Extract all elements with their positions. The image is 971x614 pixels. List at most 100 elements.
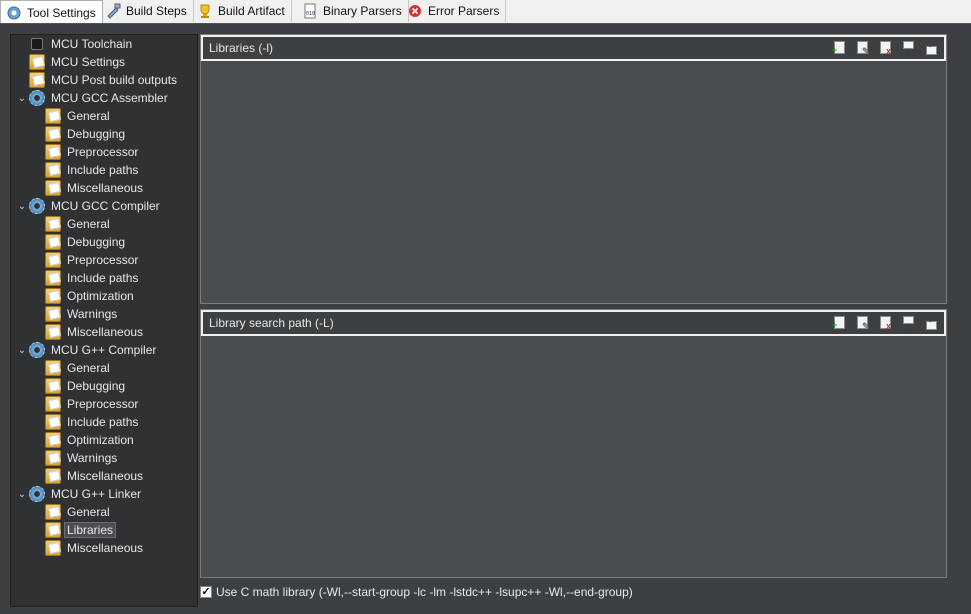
gear-icon	[29, 486, 45, 502]
tree-item[interactable]: Optimization	[31, 431, 136, 449]
tree-group[interactable]: ⌄ MCU GCC Compiler	[15, 197, 162, 215]
settings-tree[interactable]: MCU Toolchain MCU Settings MCU Post build …	[10, 34, 198, 607]
folder-icon	[45, 450, 61, 466]
tree-item-label: Include paths	[67, 415, 139, 429]
tree-item[interactable]: MCU Settings	[15, 53, 127, 71]
folder-icon	[45, 540, 61, 556]
tree-item-label: Warnings	[67, 451, 118, 465]
tree-item[interactable]: Preprocessor	[31, 395, 140, 413]
tree-item[interactable]: MCU Toolchain	[15, 35, 134, 53]
tree-item-label: MCU G++ Linker	[51, 487, 142, 501]
tree-item[interactable]: Debugging	[31, 233, 127, 251]
folder-icon	[45, 144, 61, 160]
tree-item[interactable]: Include paths	[31, 269, 140, 287]
chevron-down-icon[interactable]: ⌄	[15, 341, 29, 359]
tree-item[interactable]: Warnings	[31, 305, 119, 323]
tab-error-parsers[interactable]: Error Parsers	[402, 0, 507, 22]
chevron-down-icon[interactable]: ⌄	[15, 197, 29, 215]
tree-item-label: General	[67, 217, 110, 231]
delete-icon[interactable]: x	[878, 40, 894, 56]
tree-item-label: Include paths	[67, 163, 139, 177]
edit-icon[interactable]: ✎	[855, 40, 871, 56]
tree-item[interactable]: Miscellaneous	[31, 467, 145, 485]
tree-item[interactable]: Include paths	[31, 161, 140, 179]
folder-icon	[29, 54, 45, 70]
libraries-list-panel: Libraries (-l) + ✎ x ↑ ↓	[200, 34, 947, 304]
tab-label: Build Steps	[126, 4, 187, 18]
library-search-path-header: Library search path (-L) + ✎ x ↑ ↓	[201, 310, 946, 336]
tree-group[interactable]: ⌄ MCU G++ Compiler	[15, 341, 158, 359]
libraries-list[interactable]	[201, 61, 946, 303]
tree-item-label: Debugging	[67, 379, 126, 393]
tree-item[interactable]: Miscellaneous	[31, 539, 145, 557]
tree-item[interactable]: Preprocessor	[31, 143, 140, 161]
tree-item-label: Miscellaneous	[67, 469, 144, 483]
tree-item[interactable]: Miscellaneous	[31, 179, 145, 197]
tree-item[interactable]: Optimization	[31, 287, 136, 305]
tree-item[interactable]: Miscellaneous	[31, 323, 145, 341]
tree-item-label: Optimization	[67, 289, 134, 303]
tree-item-label: Include paths	[67, 271, 139, 285]
folder-icon	[45, 306, 61, 322]
folder-icon	[45, 216, 61, 232]
chip-icon	[31, 38, 43, 50]
math-library-checkbox[interactable]: ✓	[200, 586, 212, 598]
tree-item[interactable]: Debugging	[31, 125, 127, 143]
tree-item-label: Libraries	[63, 522, 117, 538]
add-icon[interactable]: +	[832, 40, 848, 56]
tree-item[interactable]: Warnings	[31, 449, 119, 467]
delete-icon[interactable]: x	[878, 315, 894, 331]
tree-item-label: Debugging	[67, 235, 126, 249]
move-up-icon[interactable]: ↑	[901, 40, 917, 56]
tree-item[interactable]: General	[31, 215, 112, 233]
tab-build-steps[interactable]: Build Steps	[100, 0, 194, 22]
tree-item-label: MCU Toolchain	[51, 37, 133, 51]
tree-item[interactable]: General	[31, 359, 112, 377]
tab-build-artifact[interactable]: Build Artifact	[192, 0, 292, 22]
gear-icon	[29, 90, 45, 106]
tree-item[interactable]: General	[31, 107, 112, 125]
move-down-icon[interactable]: ↓	[924, 315, 940, 331]
tree-item[interactable]: MCU Post build outputs	[15, 71, 179, 89]
tree-item-label: General	[67, 361, 110, 375]
folder-icon	[45, 234, 61, 250]
tree-item[interactable]: Include paths	[31, 413, 140, 431]
tab-binary-parsers[interactable]: 010 Binary Parsers	[297, 0, 409, 22]
folder-icon	[45, 252, 61, 268]
add-icon[interactable]: +	[832, 315, 848, 331]
move-up-icon[interactable]: ↑	[901, 315, 917, 331]
folder-icon	[45, 324, 61, 340]
edit-icon[interactable]: ✎	[855, 315, 871, 331]
folder-icon	[45, 288, 61, 304]
tree-item[interactable]: Preprocessor	[31, 251, 140, 269]
tree-item[interactable]: General	[31, 503, 112, 521]
tab-tool-settings[interactable]: Tool Settings	[0, 0, 103, 24]
error-icon	[407, 3, 423, 19]
tree-item-label: MCU GCC Compiler	[51, 199, 160, 213]
chevron-down-icon[interactable]: ⌄	[15, 89, 29, 107]
chevron-down-icon[interactable]: ⌄	[15, 485, 29, 503]
move-down-icon[interactable]: ↓	[924, 40, 940, 56]
math-library-option[interactable]: ✓ Use C math library (-Wl,--start-group …	[200, 583, 633, 601]
libraries-header: Libraries (-l) + ✎ x ↑ ↓	[201, 35, 946, 61]
tree-group[interactable]: ⌄ MCU G++ Linker	[15, 485, 143, 503]
tree-item[interactable]: Libraries	[31, 521, 117, 539]
tree-group[interactable]: ⌄ MCU GCC Assembler	[15, 89, 170, 107]
folder-icon	[45, 108, 61, 124]
library-search-path-list[interactable]	[201, 336, 946, 577]
tab-label: Build Artifact	[218, 4, 285, 18]
tree-item[interactable]: Debugging	[31, 377, 127, 395]
tree-item-label: Optimization	[67, 433, 134, 447]
tab-label: Error Parsers	[428, 4, 500, 18]
folder-icon	[45, 396, 61, 412]
